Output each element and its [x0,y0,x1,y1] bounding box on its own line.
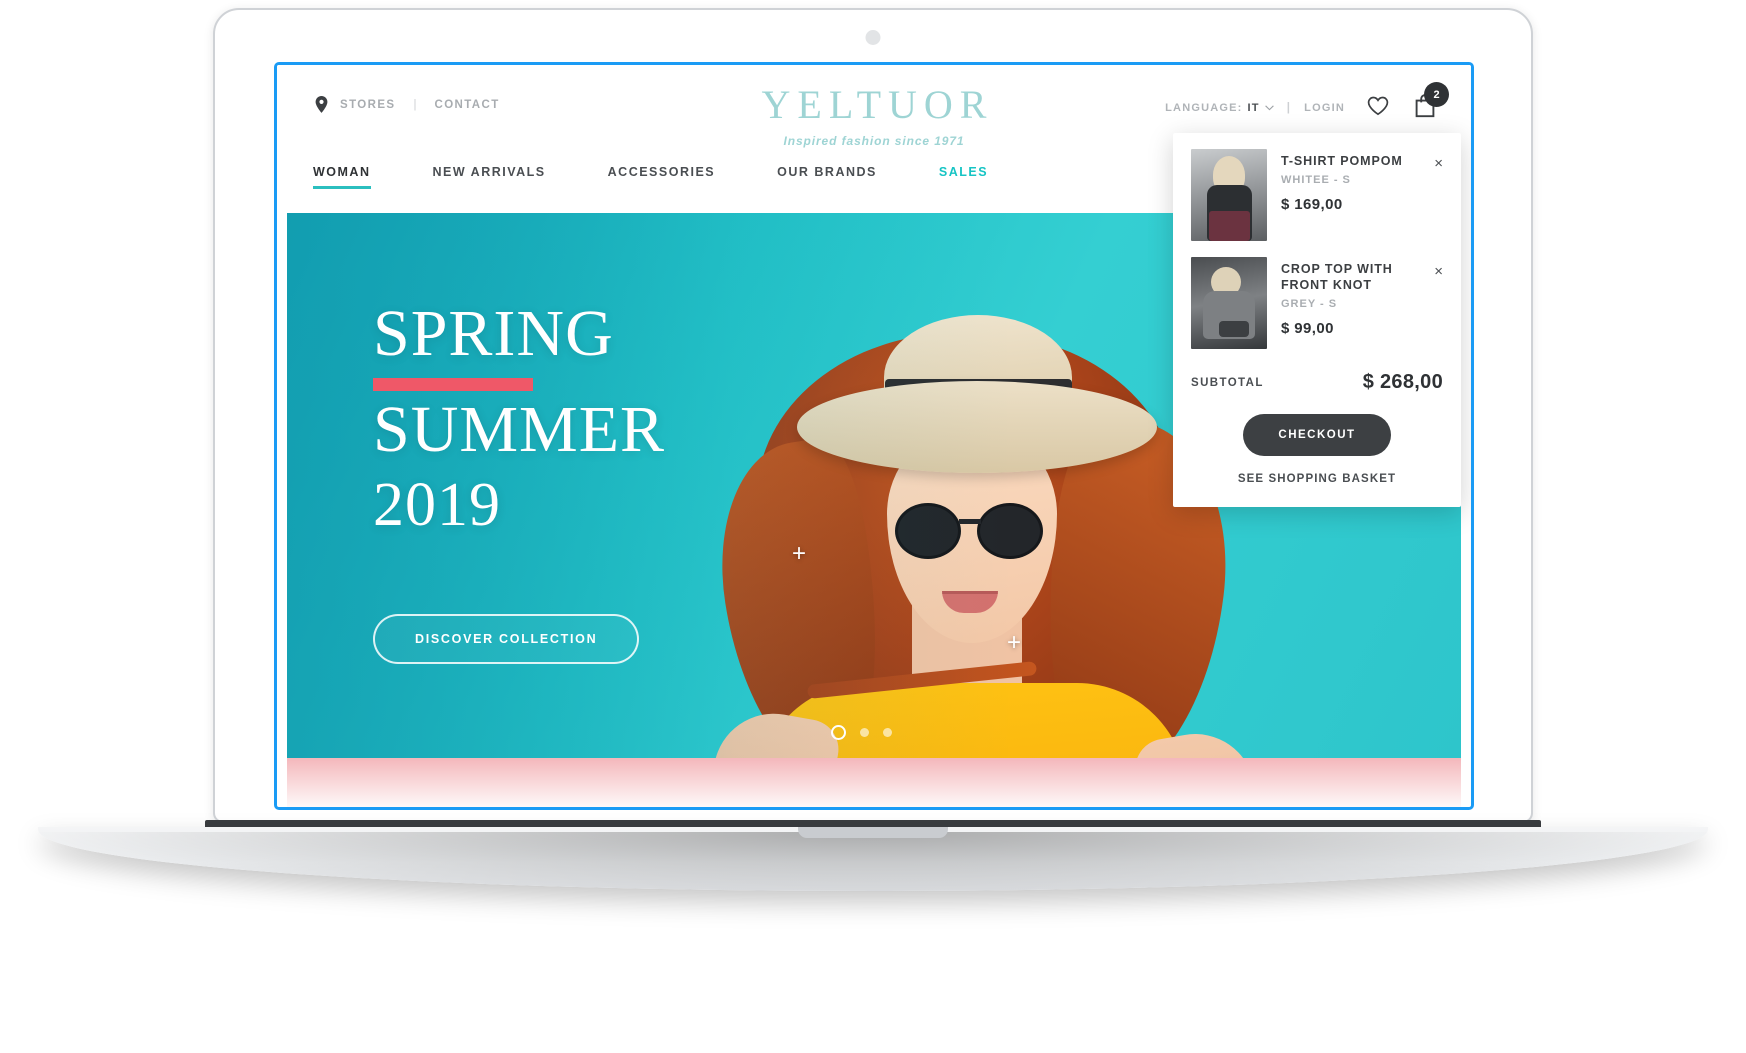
brand-logo[interactable]: YELTUOR Inspired fashion since 1971 [755,82,994,149]
nav-item-woman[interactable]: WOMAN [313,165,371,189]
carousel-dot-3[interactable] [883,728,892,737]
laptop-notch [798,827,948,838]
cart-item-price: $ 169,00 [1281,196,1343,213]
product-hotspot-1[interactable]: + [788,542,810,566]
cart-item-title: T-SHIRT POMPOM [1281,154,1403,168]
cart-item-thumbnail[interactable] [1191,149,1267,241]
hero-bottom-gradient [287,758,1461,807]
cart-item-remove-button[interactable]: × [1434,156,1443,171]
cart-bag-icon[interactable]: 2 [1413,82,1449,123]
hero-headline-line2: SUMMER [373,393,666,467]
subtotal-value: $ 268,00 [1362,371,1443,393]
contact-link[interactable]: CONTACT [434,99,499,111]
laptop-camera-icon [865,30,881,45]
subtotal-label: SUBTOTAL [1191,376,1264,389]
brand-tagline: Inspired fashion since 1971 [783,134,965,148]
nav-item-our-brands[interactable]: OUR BRANDS [777,165,877,189]
location-pin-icon [313,95,330,114]
cart-item-title: CROP TOP WITH FRONT KNOT [1281,262,1393,292]
nav-item-new-arrivals[interactable]: NEW ARRIVALS [433,165,546,189]
nav-item-sales[interactable]: SALES [939,165,988,189]
brand-name: YELTUOR [761,82,994,127]
language-value: IT [1247,102,1260,114]
nav-item-accessories[interactable]: ACCESSORIES [608,165,716,189]
cart-item-price: $ 99,00 [1281,320,1334,337]
cart-item-variant: GREY - S [1281,298,1338,310]
hero-accent-rule [373,378,533,392]
language-label: LANGUAGE: [1165,102,1243,114]
utility-separator: | [413,98,417,111]
cart-item-count-badge: 2 [1424,82,1449,107]
header-account-controls: LANGUAGE: IT | LOGIN 2 [1165,82,1449,123]
cart-item-variant: WHITEE - S [1281,174,1351,186]
login-link[interactable]: LOGIN [1304,102,1345,114]
stores-link[interactable]: STORES [340,99,395,111]
product-hotspot-2[interactable]: + [1003,631,1025,655]
account-separator: | [1286,102,1292,114]
cart-item-remove-button[interactable]: × [1434,264,1443,279]
discover-collection-button[interactable]: DISCOVER COLLECTION [373,614,640,665]
cart-dropdown-panel: T-SHIRT POMPOM WHITEE - S $ 169,00 × CRO… [1173,133,1461,507]
see-shopping-basket-link[interactable]: SEE SHOPPING BASKET [1191,473,1443,485]
header-utility-links: STORES | CONTACT [313,95,500,114]
checkout-button[interactable]: CHECKOUT [1243,414,1391,456]
browser-viewport: STORES | CONTACT YELTUOR Inspired fashio… [274,62,1474,810]
hero-copy: SPRING SUMMER 2019 DISCOVER COLLECTION [373,297,666,665]
laptop-mockup: STORES | CONTACT YELTUOR Inspired fashio… [0,0,1746,1053]
cart-line-item: CROP TOP WITH FRONT KNOT GREY - S $ 99,0… [1191,257,1443,349]
cart-line-item: T-SHIRT POMPOM WHITEE - S $ 169,00 × [1191,149,1443,241]
carousel-dot-1[interactable] [831,725,846,740]
carousel-pagination [831,725,892,740]
cart-subtotal-row: SUBTOTAL $ 268,00 [1191,371,1443,394]
hero-headline-line1: SPRING [373,297,614,370]
carousel-dot-2[interactable] [860,728,869,737]
hero-headline-line3: 2019 [373,470,501,539]
cart-item-thumbnail[interactable] [1191,257,1267,349]
chevron-down-icon [1264,105,1274,111]
wishlist-heart-icon[interactable] [1367,96,1389,121]
language-selector[interactable]: LANGUAGE: IT | LOGIN [1165,102,1345,114]
